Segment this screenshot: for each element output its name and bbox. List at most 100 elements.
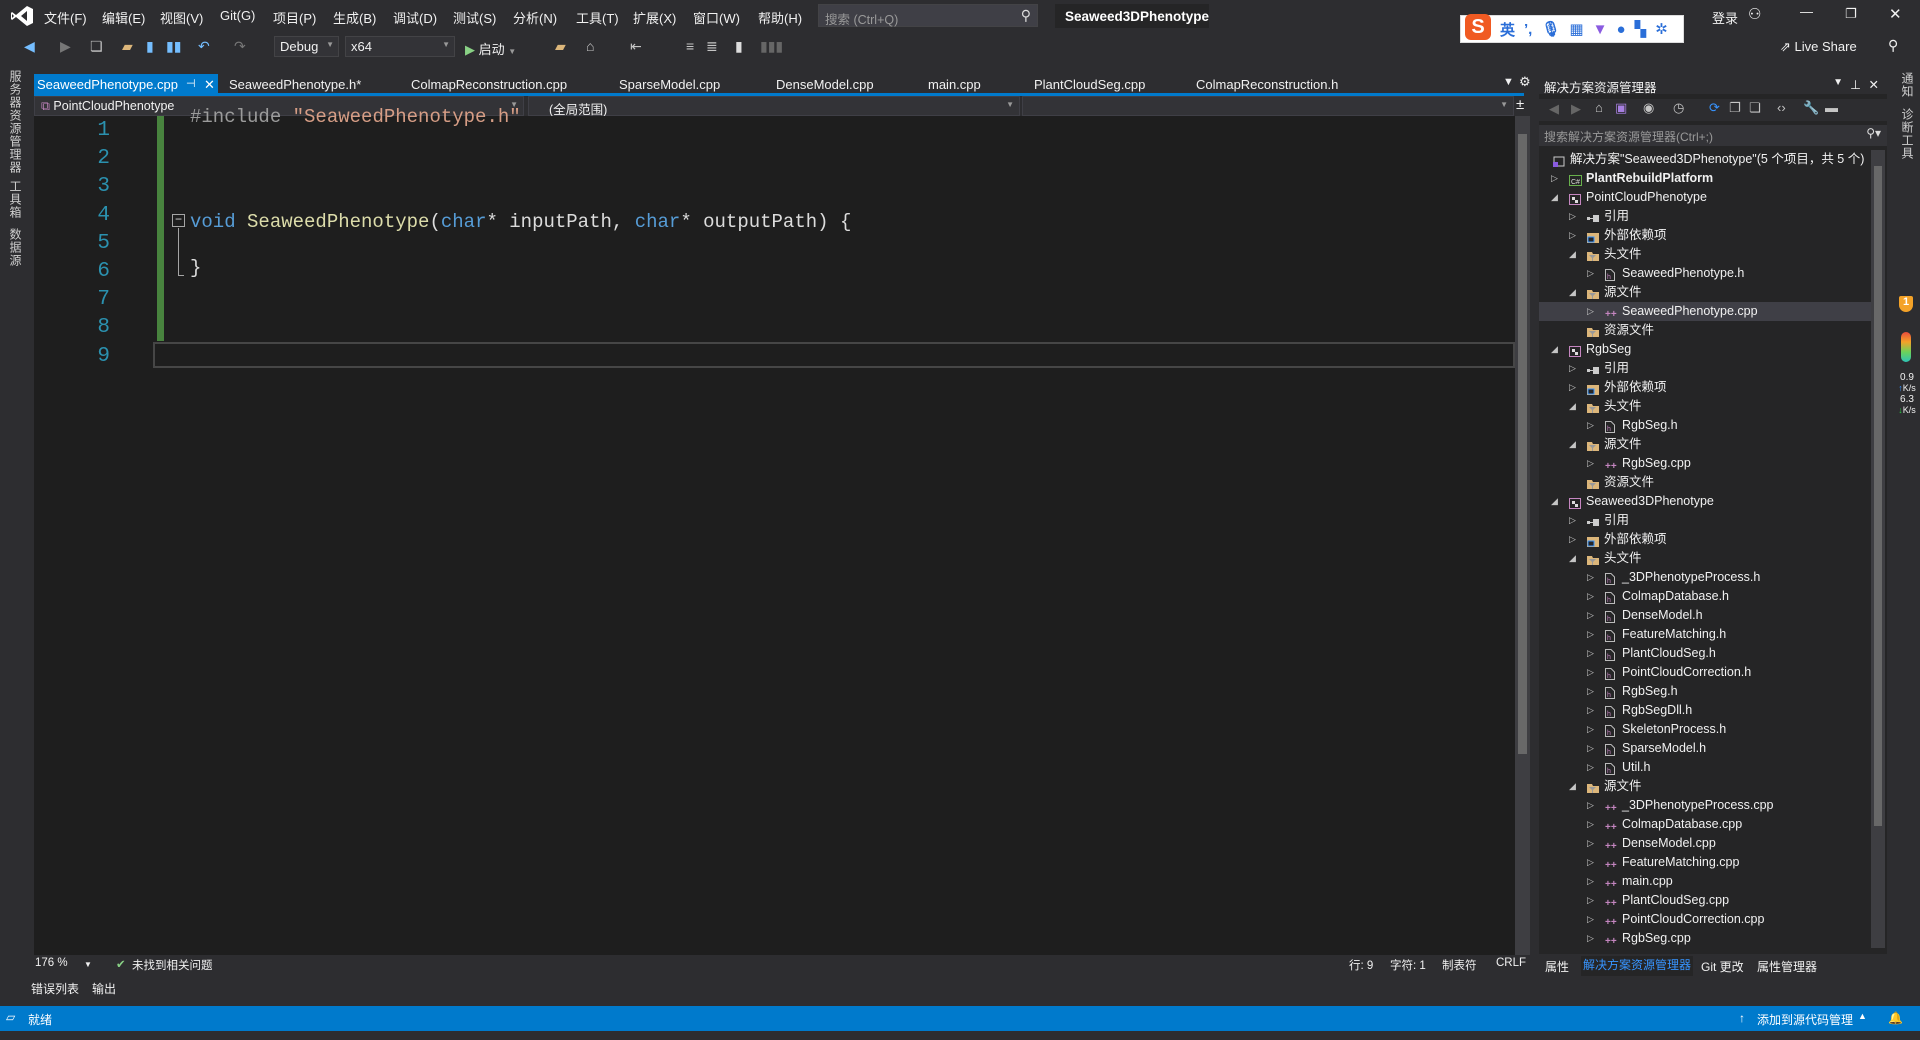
collapsed-arrow-icon[interactable]: ▷: [1587, 568, 1594, 587]
tree-item[interactable]: ▷ ++ FeatureMatching.cpp: [1539, 853, 1871, 872]
tab-document[interactable]: PlantCloudSeg.cpp: [1031, 74, 1148, 94]
tab-document[interactable]: ColmapReconstruction.h: [1193, 74, 1341, 94]
bookmark-prev-icon[interactable]: ▮▮▮: [760, 38, 783, 55]
menu-item[interactable]: 视图(V): [160, 8, 203, 27]
save-all-icon[interactable]: ▮▮: [166, 38, 181, 55]
tree-item[interactable]: ▷ 外部依赖项: [1539, 378, 1871, 397]
tree-item[interactable]: ▷ 引用: [1539, 359, 1871, 378]
tree-item[interactable]: ▷ h RgbSeg.h: [1539, 682, 1871, 701]
tree-item[interactable]: ▷ h Util.h: [1539, 758, 1871, 777]
tree-item[interactable]: ▷ h RgbSegDll.h: [1539, 701, 1871, 720]
code-editor[interactable]: 123456789 #include "SeaweedPhenotype.h" …: [34, 106, 1515, 955]
tab-document[interactable]: SparseModel.cpp: [616, 74, 723, 94]
collapsed-arrow-icon[interactable]: ▷: [1587, 872, 1594, 891]
tree-item[interactable]: ◢ 源文件: [1539, 435, 1871, 454]
scroll-thumb[interactable]: [1518, 134, 1527, 754]
show-all-files-icon[interactable]: ❏: [1749, 100, 1761, 116]
close-icon[interactable]: ✕: [1869, 77, 1879, 92]
save-icon[interactable]: ▮: [146, 38, 154, 55]
notifications-tab[interactable]: 通知: [1899, 72, 1916, 98]
tree-item[interactable]: ▷ C# PlantRebuildPlatform: [1539, 169, 1871, 188]
tree-item[interactable]: ◢ 头文件: [1539, 397, 1871, 416]
forward-icon[interactable]: ▶: [1571, 101, 1581, 117]
tree-item[interactable]: ▷ h SparseModel.h: [1539, 739, 1871, 758]
tab-document[interactable]: SeaweedPhenotype.cpp ⊣ ✕: [34, 74, 218, 94]
chevron-down-icon[interactable]: ▼: [1833, 77, 1843, 88]
collapsed-arrow-icon[interactable]: ▷: [1587, 701, 1594, 720]
redo-icon[interactable]: ↷: [234, 38, 246, 55]
panel-tab[interactable]: 属性: [1545, 958, 1569, 975]
expanded-arrow-icon[interactable]: ◢: [1569, 245, 1576, 264]
switch-view-icon[interactable]: ▣: [1615, 100, 1627, 116]
tab-document[interactable]: main.cpp: [925, 74, 984, 94]
tree-item[interactable]: 资源文件: [1539, 473, 1871, 492]
collapsed-arrow-icon[interactable]: ▷: [1569, 378, 1576, 397]
diagnostic-tools-tab[interactable]: 诊断工具: [1899, 108, 1916, 160]
pending-changes-icon[interactable]: ◷: [1673, 100, 1684, 116]
expanded-arrow-icon[interactable]: ◢: [1551, 492, 1558, 511]
menu-item[interactable]: 测试(S): [453, 8, 496, 27]
menu-item[interactable]: 生成(B): [333, 8, 376, 27]
tree-item[interactable]: ▷ ++ _3DPhenotypeProcess.cpp: [1539, 796, 1871, 815]
tree-item[interactable]: ◢ RgbSeg: [1539, 340, 1871, 359]
refresh-icon[interactable]: ⟳: [1709, 100, 1720, 116]
collapsed-arrow-icon[interactable]: ▷: [1587, 796, 1594, 815]
back-icon[interactable]: ◀: [1549, 101, 1559, 117]
comment-icon[interactable]: ≡: [686, 38, 694, 54]
collapsed-arrow-icon[interactable]: ▷: [1587, 720, 1594, 739]
scroll-thumb[interactable]: [1874, 166, 1882, 826]
tabs-indicator[interactable]: 制表符: [1442, 957, 1477, 973]
menu-item[interactable]: 分析(N): [513, 8, 557, 27]
menu-item[interactable]: 编辑(E): [102, 8, 145, 27]
eol-indicator[interactable]: CRLF: [1496, 957, 1526, 969]
new-project-icon[interactable]: ❏: [90, 38, 103, 55]
bookmark-icon[interactable]: ▮: [735, 38, 743, 55]
member-dropdown[interactable]: ▼: [1022, 96, 1514, 116]
menu-item[interactable]: Git(G): [220, 8, 255, 23]
notification-bell-icon[interactable]: 🔔: [1888, 1011, 1903, 1025]
error-list-tab[interactable]: 错误列表: [31, 980, 79, 997]
tree-item[interactable]: ▷ 引用: [1539, 511, 1871, 530]
split-editor-icon[interactable]: ±: [1516, 96, 1524, 113]
chevron-down-icon[interactable]: ▼: [84, 960, 92, 969]
tree-item[interactable]: ▷ h _3DPhenotypeProcess.h: [1539, 568, 1871, 587]
live-share-button[interactable]: ⇗ Live Share: [1780, 39, 1857, 55]
menu-item[interactable]: 扩展(X): [633, 8, 676, 27]
tree-item[interactable]: ▷ ++ PlantCloudSeg.cpp: [1539, 891, 1871, 910]
menu-item[interactable]: 窗口(W): [693, 8, 740, 27]
add-to-source-control-button[interactable]: 添加到源代码管理: [1757, 1011, 1853, 1028]
panel-tab[interactable]: Git 更改: [1701, 958, 1744, 975]
tree-item[interactable]: ◢ 头文件: [1539, 245, 1871, 264]
home-icon[interactable]: ⌂: [1595, 100, 1603, 115]
collapsed-arrow-icon[interactable]: ▷: [1587, 416, 1594, 435]
collapsed-arrow-icon[interactable]: ▷: [1587, 853, 1594, 872]
minimize-button[interactable]: —: [1800, 4, 1813, 19]
server-explorer-tab[interactable]: 服务器资源管理器: [7, 70, 24, 174]
tree-item[interactable]: ▷ h ColmapDatabase.h: [1539, 587, 1871, 606]
tab-document[interactable]: ColmapReconstruction.cpp: [408, 74, 570, 94]
view-code-icon[interactable]: ‹›: [1777, 100, 1786, 115]
toolbox-tab[interactable]: 工具箱: [7, 180, 24, 219]
tree-scrollbar[interactable]: [1871, 150, 1885, 948]
tree-item[interactable]: ▷ ++ RgbSeg.cpp: [1539, 454, 1871, 473]
solution-search-input[interactable]: 搜索解决方案资源管理器(Ctrl+;) ⚲▾: [1539, 125, 1887, 146]
collapsed-arrow-icon[interactable]: ▷: [1587, 625, 1594, 644]
feedback-icon[interactable]: ⚲: [1888, 37, 1898, 54]
expanded-arrow-icon[interactable]: ◢: [1551, 188, 1558, 207]
collapsed-arrow-icon[interactable]: ▷: [1587, 910, 1594, 929]
chevron-up-icon[interactable]: ▲: [1858, 1011, 1867, 1021]
collapse-all-icon[interactable]: ❐: [1729, 100, 1741, 116]
tree-item[interactable]: ▷ 引用: [1539, 207, 1871, 226]
tree-item[interactable]: 解决方案"Seaweed3DPhenotype"(5 个项目，共 5 个): [1539, 150, 1871, 169]
collapsed-arrow-icon[interactable]: ▷: [1587, 663, 1594, 682]
expanded-arrow-icon[interactable]: ◢: [1551, 340, 1558, 359]
browser-icon[interactable]: ⌂: [586, 38, 594, 54]
collapsed-arrow-icon[interactable]: ▷: [1587, 891, 1594, 910]
tree-item[interactable]: ◢ Seaweed3DPhenotype: [1539, 492, 1871, 511]
uncomment-icon[interactable]: ≣: [706, 38, 718, 55]
tree-item[interactable]: ◢ 源文件: [1539, 777, 1871, 796]
collapsed-arrow-icon[interactable]: ▷: [1587, 606, 1594, 625]
collapsed-arrow-icon[interactable]: ▷: [1587, 682, 1594, 701]
close-button[interactable]: ✕: [1889, 5, 1902, 23]
tree-item[interactable]: ▷ ++ RgbSeg.cpp: [1539, 929, 1871, 948]
